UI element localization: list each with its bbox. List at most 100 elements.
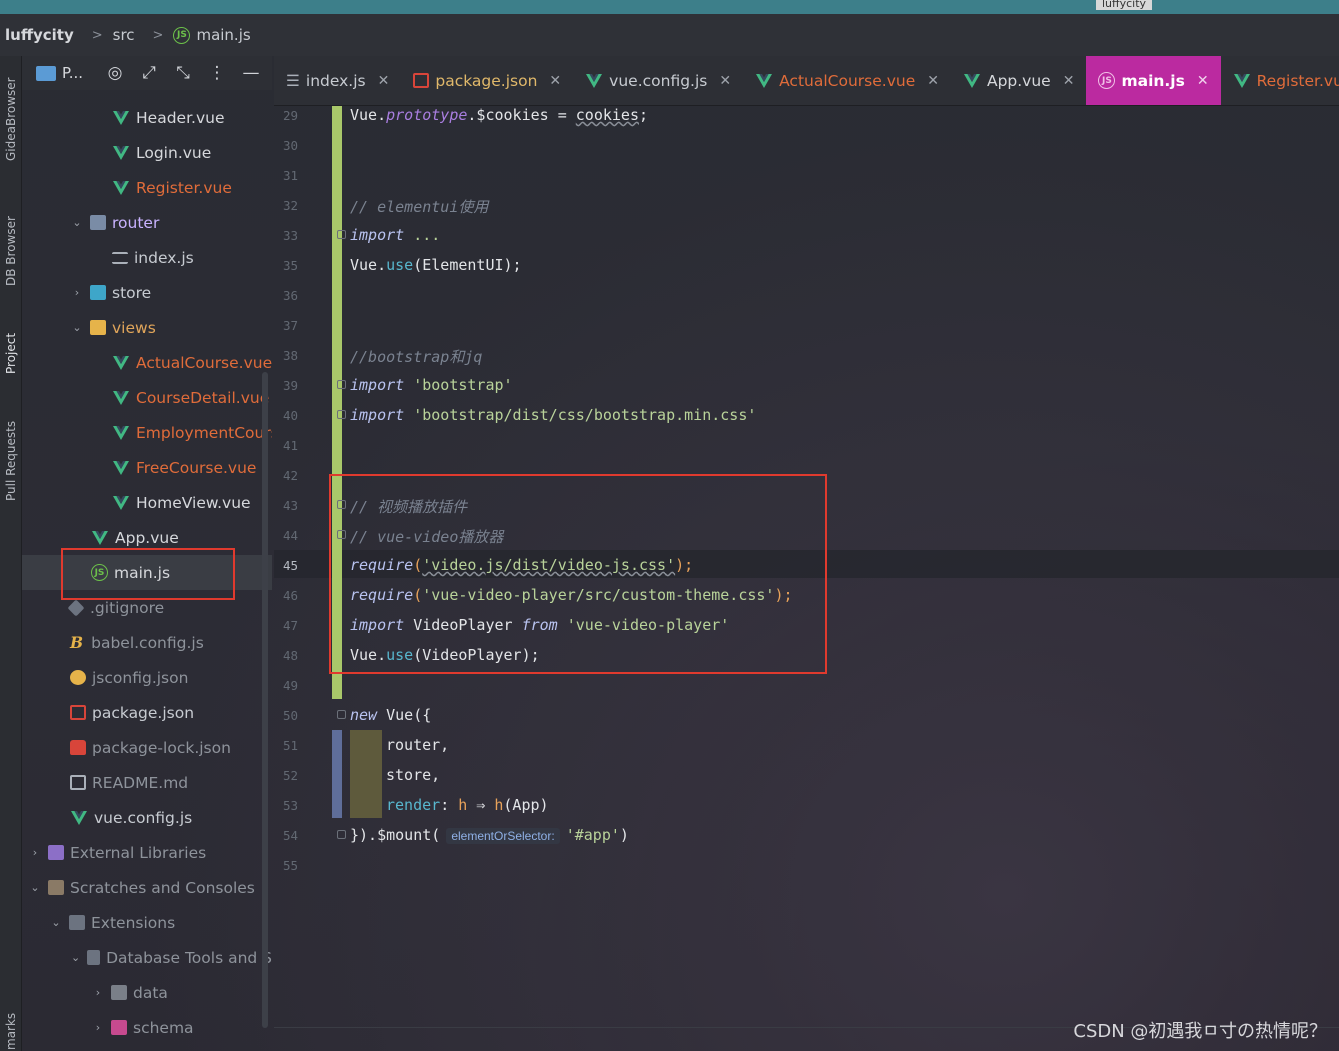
tab-vue-config[interactable]: vue.config.js ✕ <box>573 56 743 105</box>
tree-scratches[interactable]: ⌄ Scratches and Consoles <box>22 870 272 905</box>
tree-database-tools[interactable]: ⌄ Database Tools and S <box>22 940 272 975</box>
tab-package-json[interactable]: package.json ✕ <box>401 56 573 105</box>
tree-item-jsconfig[interactable]: jsconfig.json <box>22 660 272 695</box>
close-icon[interactable]: ✕ <box>378 73 390 89</box>
tree-item-label: App.vue <box>115 528 179 547</box>
code-line-35: Vue.use(ElementUI); <box>350 256 522 274</box>
tab-label: vue.config.js <box>609 71 708 90</box>
tree-item-label: Login.vue <box>136 143 212 162</box>
close-icon[interactable]: ✕ <box>1197 73 1209 89</box>
line-number: 47 <box>282 618 298 633</box>
breadcrumb-file[interactable]: JS main.js <box>173 26 251 44</box>
close-icon[interactable]: ✕ <box>927 73 939 89</box>
tree-item-vue-config[interactable]: vue.config.js <box>22 800 272 835</box>
tree-item-label: package.json <box>92 703 195 722</box>
tree-schema[interactable]: › schema <box>22 1010 272 1045</box>
tab-index-js[interactable]: ☰ index.js ✕ <box>274 56 401 105</box>
git-icon <box>67 599 85 616</box>
npm-icon <box>70 705 86 720</box>
tab-main-js[interactable]: JS main.js ✕ <box>1086 56 1221 105</box>
tree-item-header-vue[interactable]: Header.vue <box>22 100 272 135</box>
tool-tab-db-browser[interactable]: DB Browser <box>1 204 21 299</box>
tree-item-homeview-vue[interactable]: HomeView.vue <box>22 485 272 520</box>
tree-item-freecourse-vue[interactable]: FreeCourse.vue <box>22 450 272 485</box>
line-number: 39 <box>282 378 298 393</box>
tree-item-coursedetail-vue[interactable]: CourseDetail.vue <box>22 380 272 415</box>
code-line-32: // elementui使用 <box>350 198 489 216</box>
tree-item-label: EmploymentCourse <box>136 423 272 442</box>
tab-register-vue[interactable]: Register.vue ✕ <box>1221 56 1339 105</box>
tree-item-babel-config[interactable]: B babel.config.js <box>22 625 272 660</box>
chevron-right-icon[interactable]: › <box>70 286 84 299</box>
fold-icon[interactable] <box>337 230 346 239</box>
tool-tab-pull-requests[interactable]: Pull Requests <box>1 411 21 511</box>
breadcrumb-folder[interactable]: src <box>113 26 135 44</box>
vue-file-icon <box>70 810 88 826</box>
tree-item-readme[interactable]: README.md <box>22 765 272 800</box>
tab-app-vue[interactable]: App.vue ✕ <box>951 56 1086 105</box>
vue-file-icon <box>963 73 981 89</box>
tree-item-label: Database Tools and S <box>106 948 272 967</box>
indent-guide-highlight <box>350 730 382 818</box>
fold-icon[interactable] <box>337 710 346 719</box>
tree-item-label: Register.vue <box>136 178 232 197</box>
vue-file-icon <box>112 495 130 511</box>
chevron-right-icon[interactable]: › <box>91 1021 105 1034</box>
expand-icon[interactable]: ⤢ <box>139 63 159 83</box>
tree-item-register-vue[interactable]: Register.vue <box>22 170 272 205</box>
line-number: 49 <box>282 678 298 693</box>
tree-data[interactable]: › data <box>22 975 272 1010</box>
tool-tab-project[interactable]: Project <box>1 318 21 388</box>
tool-tab-bookmarks[interactable]: marks <box>1 1011 21 1051</box>
collapse-icon[interactable]: ⤡ <box>173 63 193 83</box>
code-line-33: import ... <box>350 226 441 244</box>
tab-label: main.js <box>1121 71 1185 90</box>
text-file-icon: ☰ <box>286 71 300 90</box>
tree-item-label: FreeCourse.vue <box>136 458 257 477</box>
code-line-53: render: h ⇒ h(App) <box>386 796 549 814</box>
line-number: 31 <box>282 168 298 183</box>
tree-item-employmentcourse[interactable]: EmploymentCourse <box>22 415 272 450</box>
chevron-right-icon[interactable]: › <box>28 846 42 859</box>
tree-item-package-json[interactable]: package.json <box>22 695 272 730</box>
fold-icon[interactable] <box>337 830 346 839</box>
chevron-right-icon[interactable]: › <box>91 986 105 999</box>
tree-item-label: CourseDetail.vue <box>136 388 270 407</box>
title-strip: luffycity <box>0 0 1339 14</box>
tab-actualcourse-vue[interactable]: ActualCourse.vue ✕ <box>743 56 951 105</box>
fold-icon[interactable] <box>337 410 346 419</box>
tree-item-login-vue[interactable]: Login.vue <box>22 135 272 170</box>
close-icon[interactable]: ✕ <box>549 73 561 89</box>
tree-item-package-lock[interactable]: package-lock.json <box>22 730 272 765</box>
code-line-54: }).$mount(elementOrSelector: '#app') <box>350 826 629 844</box>
hide-icon[interactable]: — <box>241 63 261 83</box>
more-options-icon[interactable]: ⋮ <box>207 63 227 83</box>
fold-icon[interactable] <box>337 380 346 389</box>
chevron-down-icon[interactable]: ⌄ <box>70 951 81 964</box>
breadcrumb-root[interactable]: luffycity <box>5 26 74 44</box>
chevron-down-icon[interactable]: ⌄ <box>28 881 42 894</box>
tab-label: Register.vue <box>1256 71 1339 90</box>
tab-label: App.vue <box>986 71 1051 90</box>
line-number: 43 <box>282 498 298 513</box>
tree-folder-views[interactable]: ⌄ views <box>22 310 272 345</box>
tree-item-label: Header.vue <box>136 108 225 127</box>
tree-extensions[interactable]: ⌄ Extensions <box>22 905 272 940</box>
project-view-selector[interactable]: P... <box>62 64 83 82</box>
tree-item-actualcourse-vue[interactable]: ActualCourse.vue <box>22 345 272 380</box>
chevron-down-icon[interactable]: ⌄ <box>49 916 63 929</box>
tree-folder-store[interactable]: › store <box>22 275 272 310</box>
close-icon[interactable]: ✕ <box>719 73 731 89</box>
target-icon[interactable]: ◎ <box>105 63 125 83</box>
line-number: 48 <box>282 648 298 663</box>
tree-item-index-js[interactable]: index.js <box>22 240 272 275</box>
line-number: 37 <box>282 318 298 333</box>
tree-external-libraries[interactable]: › External Libraries <box>22 835 272 870</box>
tree-folder-router[interactable]: ⌄ router <box>22 205 272 240</box>
chevron-down-icon[interactable]: ⌄ <box>70 321 84 334</box>
store-folder-icon <box>90 285 106 300</box>
close-icon[interactable]: ✕ <box>1063 73 1075 89</box>
tool-tab-gideabrowser[interactable]: GideaBrowser <box>1 64 21 174</box>
chevron-down-icon[interactable]: ⌄ <box>70 216 84 229</box>
tree-scrollbar[interactable] <box>262 372 268 1028</box>
